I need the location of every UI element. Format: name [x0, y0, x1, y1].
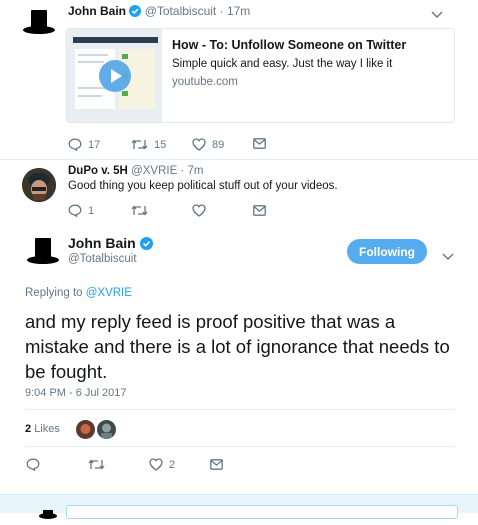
video-thumbnail[interactable]: [67, 29, 162, 122]
tweet-menu-chevron-icon[interactable]: [442, 248, 454, 266]
tweet-timestamp[interactable]: 9:04 PM - 6 Jul 2017: [25, 387, 127, 399]
likes-stat[interactable]: 2 Likes: [25, 423, 60, 435]
retweet-icon: [131, 205, 148, 216]
reply-action[interactable]: [26, 458, 40, 471]
composer-avatar: [38, 507, 58, 519]
retweet-action[interactable]: [131, 204, 148, 217]
like-count: 89: [212, 138, 225, 151]
dot-separator: ·: [219, 4, 224, 18]
retweet-action[interactable]: [88, 458, 105, 471]
likes-label: Likes: [34, 423, 60, 435]
envelope-icon: [253, 205, 266, 216]
verified-badge-icon: [139, 237, 153, 253]
message-action[interactable]: [210, 459, 223, 470]
reply-composer[interactable]: [0, 494, 478, 519]
avatar-tophat[interactable]: [22, 10, 56, 41]
divider: [25, 446, 455, 447]
main-tweet-text: and my reply feed is proof positive that…: [25, 311, 450, 382]
reply-count: 1: [88, 204, 95, 217]
reply-target-link[interactable]: @XVRIE: [86, 287, 132, 299]
heart-icon: [149, 458, 163, 471]
heart-icon: [192, 138, 206, 151]
author-name[interactable]: DuPo v. 5H: [68, 165, 128, 177]
heart-icon: [192, 204, 206, 217]
reply-action[interactable]: 1: [68, 204, 94, 217]
message-action[interactable]: [253, 205, 266, 216]
retweet-icon: [131, 139, 148, 150]
author-name[interactable]: John Bain: [68, 4, 126, 18]
author-handle[interactable]: @Totalbiscuit: [145, 4, 217, 18]
reply-icon: [68, 138, 82, 151]
divider: [0, 159, 478, 160]
like-count: 2: [169, 458, 176, 471]
card-domain: youtube.com: [172, 76, 238, 88]
like-action[interactable]: [192, 204, 206, 217]
replying-prefix: Replying to: [25, 287, 86, 299]
dot-separator: ·: [180, 165, 185, 177]
card-title[interactable]: How - To: Unfollow Someone on Twitter: [172, 38, 452, 52]
tweet-time[interactable]: 7m: [188, 165, 204, 177]
liker-avatar[interactable]: [76, 420, 95, 439]
like-action[interactable]: 89: [192, 138, 224, 151]
author-handle[interactable]: @Totalbiscuit: [68, 253, 137, 265]
envelope-icon: [210, 459, 223, 470]
following-button[interactable]: Following: [347, 239, 427, 264]
link-card[interactable]: How - To: Unfollow Someone on Twitter Si…: [66, 28, 455, 123]
verified-badge-icon: [129, 5, 142, 20]
envelope-icon: [253, 138, 266, 149]
reply-icon: [26, 458, 40, 471]
liker-avatar[interactable]: [97, 420, 116, 439]
reply-count: 17: [88, 138, 101, 151]
author-name[interactable]: John Bain: [68, 235, 136, 251]
tweet-menu-chevron-icon[interactable]: [431, 6, 443, 24]
avatar-tophat[interactable]: [26, 238, 60, 271]
composer-input[interactable]: [66, 505, 458, 519]
replying-to: Replying to @XVRIE: [25, 287, 132, 299]
divider: [25, 409, 455, 410]
reply-action[interactable]: 17: [68, 138, 100, 151]
like-action[interactable]: 2: [149, 458, 175, 471]
reply-icon: [68, 204, 82, 217]
message-action[interactable]: [253, 138, 266, 149]
retweet-icon: [88, 459, 105, 470]
avatar-dupo[interactable]: [22, 168, 56, 202]
retweet-action[interactable]: 15: [131, 138, 166, 151]
play-button-icon[interactable]: [98, 59, 132, 98]
tweet-time[interactable]: 17m: [227, 4, 250, 18]
author-handle[interactable]: @XVRIE: [131, 165, 177, 177]
retweet-count: 15: [154, 138, 167, 151]
likes-count: 2: [25, 423, 32, 435]
tweet-text: Good thing you keep political stuff out …: [68, 180, 338, 192]
card-description: Simple quick and easy. Just the way I li…: [172, 58, 393, 70]
